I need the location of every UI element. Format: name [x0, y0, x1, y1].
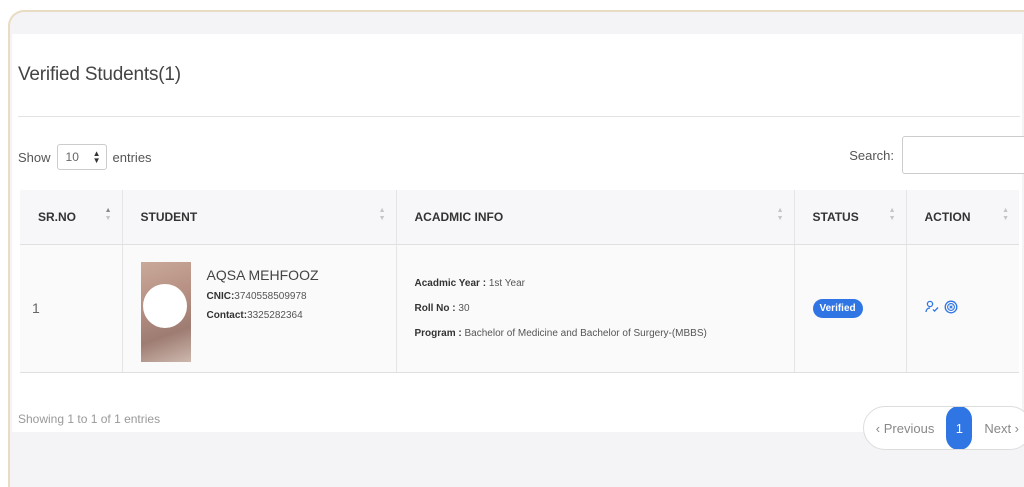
pagination: ‹ Previous 1 Next › [862, 406, 1024, 450]
roll-no: Roll No : 30 [414, 302, 470, 314]
column-header-srno[interactable]: SR.NO ▲ ▼ [20, 190, 123, 245]
table-header-row: SR.NO ▲ ▼ STUDENT ▲ ▼ ACADMIC INFO ▲ ▼ STAT… [20, 190, 1019, 245]
cell-srno: 1 [20, 244, 123, 373]
title-divider [18, 116, 1020, 117]
program: Program : Bachelor of Medicine and Bache… [414, 327, 707, 339]
cell-status: Verified [794, 244, 907, 373]
column-header-acadmic-info[interactable]: ACADMIC INFO ▲ ▼ [396, 190, 795, 245]
cell-student: AQSA MEHFOOZ CNIC:3740558509978 Contact:… [122, 244, 397, 373]
students-table: SR.NO ▲ ▼ STUDENT ▲ ▼ ACADMIC INFO ▲ ▼ STAT… [20, 190, 1019, 373]
card-title: Verified Students(1) [18, 64, 181, 85]
entries-label: entries [112, 149, 152, 165]
sort-icon: ▲ ▼ [378, 207, 386, 222]
sort-icon: ▲ ▼ [104, 207, 112, 222]
search-label: Search: [849, 147, 894, 163]
sort-icon: ▲ ▼ [776, 207, 784, 222]
page-frame: Verified Students(1) Show 10 ▲ ▼ entries … [8, 10, 1024, 487]
verified-students-card: Verified Students(1) Show 10 ▲ ▼ entries … [12, 34, 1024, 450]
user-check-icon[interactable] [924, 300, 939, 317]
student-cnic: CNIC:3740558509978 [206, 290, 307, 302]
show-label: Show [18, 149, 51, 165]
page-button-current[interactable]: 1 [946, 407, 973, 449]
entries-select-value: 10 [65, 150, 79, 164]
table-row: 1 AQSA MEHFOOZ CNIC:3740558509978 Contac… [20, 244, 1019, 373]
column-header-status[interactable]: STATUS ▲ ▼ [794, 190, 907, 245]
sort-icon: ▲ ▼ [1002, 207, 1009, 222]
cell-action [906, 244, 1019, 373]
search-input[interactable] [902, 136, 1024, 174]
column-header-student[interactable]: STUDENT ▲ ▼ [122, 190, 397, 245]
status-badge: Verified [812, 298, 863, 318]
entries-select[interactable]: 10 ▲ ▼ [56, 144, 107, 170]
cell-acadmic-info: Acadmic Year : 1st Year Roll No : 30 Pro… [396, 244, 795, 373]
circle-x-icon[interactable] [944, 300, 958, 317]
student-name: AQSA MEHFOOZ [206, 266, 319, 283]
table-info: Showing 1 to 1 of 1 entries [18, 412, 161, 426]
photo-redaction [142, 283, 187, 328]
acadmic-year: Acadmic Year : 1st Year [414, 277, 525, 289]
student-photo [140, 261, 191, 362]
next-button[interactable]: Next › [972, 421, 1024, 436]
sort-icon: ▲ ▼ [888, 207, 896, 222]
search-control: Search: [849, 136, 1024, 174]
student-contact: Contact:3325282364 [206, 309, 303, 321]
student-info: AQSA MEHFOOZ CNIC:3740558509978 Contact:… [207, 267, 319, 329]
previous-button[interactable]: ‹ Previous [864, 421, 947, 436]
select-arrows-icon: ▲ ▼ [92, 149, 101, 165]
entries-control: Show 10 ▲ ▼ entries [18, 144, 152, 170]
column-header-action[interactable]: ACTION ▲ ▼ [906, 190, 1019, 245]
